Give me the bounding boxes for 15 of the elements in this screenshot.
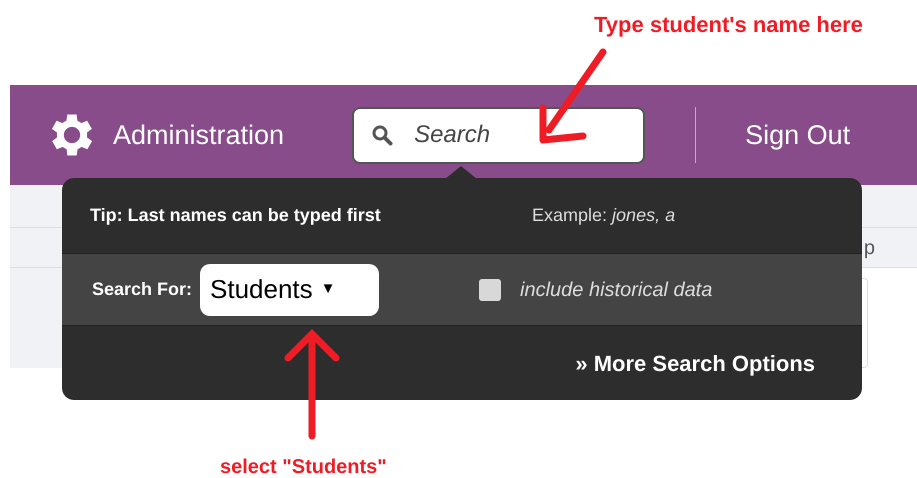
arrow-icon bbox=[282, 328, 342, 440]
search-field[interactable]: Search bbox=[352, 106, 646, 164]
nav-title[interactable]: Administration bbox=[113, 114, 284, 156]
tip-text: Tip: Last names can be typed first bbox=[90, 204, 382, 227]
annotation-text: Type student's name here bbox=[594, 11, 863, 39]
more-options-link[interactable]: » More Search Options bbox=[575, 346, 815, 380]
annotation-text: select "Students" bbox=[220, 455, 387, 478]
example-text: Example: jones, a bbox=[532, 204, 676, 227]
sign-out-link[interactable]: Sign Out bbox=[745, 114, 850, 156]
search-icon bbox=[370, 122, 394, 146]
checkbox[interactable] bbox=[479, 278, 502, 300]
background-text: p bbox=[864, 236, 875, 260]
search-type-select[interactable]: Students ▼ bbox=[200, 264, 380, 316]
search-for-label: Search For: bbox=[92, 278, 192, 301]
checkbox-label: include historical data bbox=[520, 278, 712, 302]
